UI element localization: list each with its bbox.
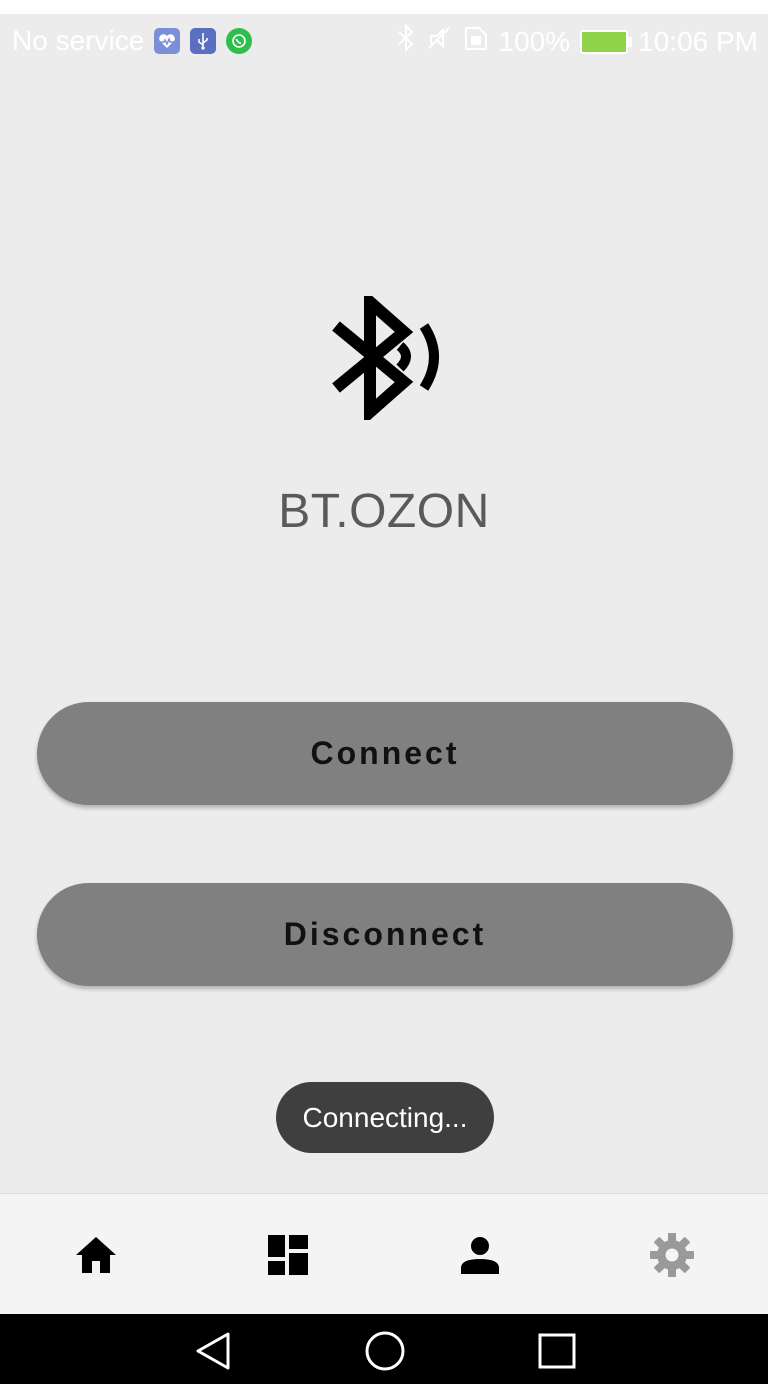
nav-profile[interactable] bbox=[384, 1194, 576, 1315]
whatsapp-icon bbox=[226, 28, 253, 54]
system-navigation-bar bbox=[0, 1314, 768, 1384]
recents-icon[interactable] bbox=[538, 1331, 576, 1376]
nav-home[interactable] bbox=[0, 1194, 192, 1315]
battery-percent: 100% bbox=[498, 25, 571, 57]
home-circle-icon[interactable] bbox=[364, 1331, 406, 1376]
status-right: 100% 10:06 PM bbox=[397, 23, 758, 59]
usb-icon bbox=[190, 28, 217, 54]
status-left: No service bbox=[12, 24, 253, 58]
top-strip bbox=[0, 0, 768, 14]
connecting-toast: Connecting... bbox=[276, 1082, 494, 1153]
carrier-text: No service bbox=[12, 25, 145, 56]
mute-icon bbox=[425, 24, 453, 59]
person-icon bbox=[461, 1236, 499, 1274]
settings-icon bbox=[650, 1232, 694, 1277]
bottom-navigation bbox=[0, 1193, 768, 1315]
connect-button[interactable]: Connect bbox=[37, 702, 733, 805]
back-icon[interactable] bbox=[194, 1331, 232, 1376]
clock-time: 10:06 PM bbox=[638, 25, 758, 57]
bluetooth-searching-icon bbox=[328, 288, 444, 426]
bluetooth-icon bbox=[397, 23, 415, 59]
disconnect-button[interactable]: Disconnect bbox=[37, 883, 733, 986]
dashboard-icon bbox=[268, 1234, 308, 1275]
health-icon bbox=[154, 28, 181, 54]
nav-dashboard[interactable] bbox=[192, 1194, 384, 1315]
device-name: BT.OZON bbox=[278, 485, 490, 538]
sim-icon bbox=[463, 24, 489, 59]
nav-settings[interactable] bbox=[576, 1194, 768, 1315]
battery-charging-icon bbox=[580, 29, 633, 54]
status-bar: No service 100% 10:06 PM bbox=[0, 14, 768, 68]
app-screen: No service 100% 10:06 PM BT.OZON Connect… bbox=[0, 0, 768, 1384]
home-icon bbox=[74, 1235, 118, 1275]
